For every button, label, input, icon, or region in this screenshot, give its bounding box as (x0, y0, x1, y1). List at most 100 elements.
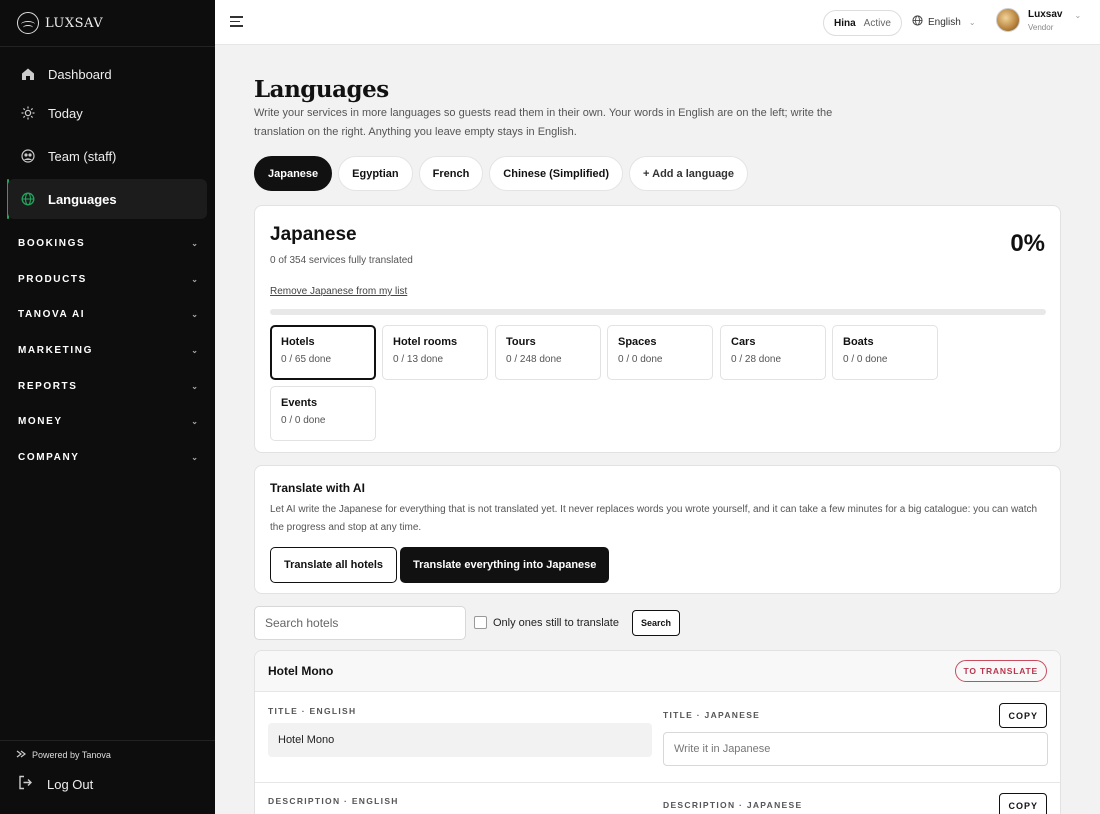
globe-icon (912, 15, 923, 29)
ai-description: Let AI write the Japanese for everything… (270, 504, 1038, 533)
section-label: MONEY (18, 416, 63, 427)
category-tours[interactable]: Tours 0 / 248 done (495, 325, 601, 380)
category-name: Events (281, 397, 318, 409)
language-label: English (928, 16, 961, 28)
powered-by: Powered by Tanova (16, 749, 111, 761)
user-role: Vendor (1028, 22, 1054, 32)
avatar (996, 8, 1020, 32)
language-tabs: Japanese Egyptian French Chinese (Simpli… (254, 156, 749, 191)
divider (0, 740, 215, 741)
remove-language-link[interactable]: Remove Japanese from my list (270, 286, 407, 297)
section-label: MARKETING (18, 345, 93, 356)
language-percent: 0% (1010, 230, 1045, 257)
language-selector[interactable]: English ⌄ (912, 15, 976, 29)
category-name: Spaces (618, 336, 657, 348)
language-name: Japanese (270, 224, 357, 245)
sidebar-section-company[interactable]: COMPANY ⌄ (18, 452, 198, 463)
title-english-value: Hotel Mono (268, 723, 652, 757)
only-untranslated-filter[interactable]: Only ones still to translate (474, 616, 619, 629)
hotel-translation-card: Hotel Mono TO TRANSLATE TITLE · ENGLISH … (254, 650, 1061, 814)
only-untranslated-checkbox[interactable] (474, 616, 487, 629)
tab-egyptian[interactable]: Egyptian (338, 156, 413, 191)
translate-everything-button[interactable]: Translate everything into Japanese (400, 547, 610, 583)
category-done: 0 / 0 done (281, 415, 326, 426)
logout-icon (18, 775, 33, 793)
language-progress-card: Japanese 0 of 354 services fully transla… (254, 205, 1061, 453)
staff-name: Hina (834, 17, 856, 29)
status-badge: TO TRANSLATE (954, 660, 1047, 682)
tab-chinese-simplified[interactable]: Chinese (Simplified) (489, 156, 624, 191)
staff-status-pill[interactable]: Hina Active (823, 10, 902, 36)
add-language-button[interactable]: + Add a language (629, 156, 749, 191)
category-spaces[interactable]: Spaces 0 / 0 done (607, 325, 713, 380)
page-description: Write your services in more languages so… (254, 107, 833, 138)
sidebar-section-bookings[interactable]: BOOKINGS ⌄ (18, 238, 198, 249)
tab-french[interactable]: French (418, 156, 484, 191)
hotel-name: Hotel Mono (268, 664, 334, 678)
chevron-down-icon: ⌄ (191, 239, 198, 248)
section-label: BOOKINGS (18, 238, 86, 249)
category-hotels[interactable]: Hotels 0 / 65 done (270, 325, 376, 380)
category-name: Hotels (281, 336, 315, 348)
title-japanese-input[interactable] (663, 732, 1048, 766)
language-subtitle: 0 of 354 services fully translated (270, 255, 413, 266)
sidebar-section-products[interactable]: PRODUCTS ⌄ (18, 274, 198, 285)
category-done: 0 / 28 done (731, 354, 782, 365)
powered-icon (16, 749, 26, 761)
category-events[interactable]: Events 0 / 0 done (270, 386, 376, 441)
sidebar-item-label: Today (48, 105, 83, 121)
home-icon (8, 67, 48, 81)
sidebar-item-label: Dashboard (48, 66, 112, 82)
sidebar-section-money[interactable]: MONEY ⌄ (18, 416, 198, 427)
topbar: Hina Active English ⌄ Luxsav Vendor ⌄ (215, 0, 1100, 45)
translate-all-hotels-button[interactable]: Translate all hotels (270, 547, 398, 583)
brand-name: LUXSAV (45, 15, 104, 31)
copy-description-button[interactable]: COPY (999, 793, 1047, 814)
page-title: Languages (254, 76, 389, 103)
sidebar-section-marketing[interactable]: MARKETING ⌄ (18, 345, 198, 356)
sidebar-section-tanova-ai[interactable]: TANOVA AI ⌄ (18, 309, 198, 320)
sidebar-item-team[interactable]: Team (staff) (8, 136, 207, 176)
category-done: 0 / 13 done (393, 354, 444, 365)
powered-by-text: Powered by Tanova (32, 750, 111, 760)
sidebar: LUXSAV Dashboard Today Team (staff) Lang… (0, 0, 215, 814)
sidebar-section-reports[interactable]: REPORTS ⌄ (18, 381, 198, 392)
menu-icon[interactable] (230, 16, 243, 27)
brand-logo[interactable]: LUXSAV (17, 12, 103, 34)
translation-progress-bar (270, 309, 1046, 315)
sun-icon (8, 106, 48, 120)
section-label: PRODUCTS (18, 274, 87, 285)
chevron-down-icon: ⌄ (191, 346, 198, 355)
tab-japanese[interactable]: Japanese (254, 156, 333, 191)
category-hotel-rooms[interactable]: Hotel rooms 0 / 13 done (382, 325, 488, 380)
logo-icon (17, 12, 39, 34)
section-label: TANOVA AI (18, 309, 86, 320)
chevron-down-icon: ⌄ (1074, 10, 1082, 20)
category-name: Boats (843, 336, 874, 348)
search-button[interactable]: Search (632, 610, 681, 636)
hotel-header: Hotel Mono TO TRANSLATE (255, 651, 1060, 692)
sidebar-item-label: Team (staff) (48, 148, 117, 164)
user-menu[interactable]: Luxsav Vendor ⌄ (996, 8, 1081, 32)
title-japanese-label: TITLE · JAPANESE (663, 710, 761, 720)
sidebar-item-languages[interactable]: Languages (8, 179, 207, 219)
only-untranslated-label: Only ones still to translate (493, 616, 619, 629)
logout-label: Log Out (47, 776, 94, 792)
globe-icon (8, 192, 48, 206)
category-name: Hotel rooms (393, 336, 458, 348)
sidebar-item-dashboard[interactable]: Dashboard (8, 54, 207, 94)
search-hotels-input[interactable] (254, 606, 466, 640)
copy-title-button[interactable]: COPY (999, 703, 1047, 728)
logout-button[interactable]: Log Out (18, 775, 93, 793)
chevron-down-icon: ⌄ (191, 310, 198, 319)
category-name: Tours (506, 336, 536, 348)
chevron-down-icon: ⌄ (191, 417, 198, 426)
team-icon (8, 149, 48, 163)
sidebar-item-today[interactable]: Today (8, 93, 207, 133)
section-label: COMPANY (18, 452, 80, 463)
description-english-label: DESCRIPTION · ENGLISH (268, 796, 399, 806)
sidebar-item-label: Languages (48, 191, 117, 207)
section-label: REPORTS (18, 381, 78, 392)
category-cars[interactable]: Cars 0 / 28 done (720, 325, 826, 380)
category-boats[interactable]: Boats 0 / 0 done (832, 325, 938, 380)
